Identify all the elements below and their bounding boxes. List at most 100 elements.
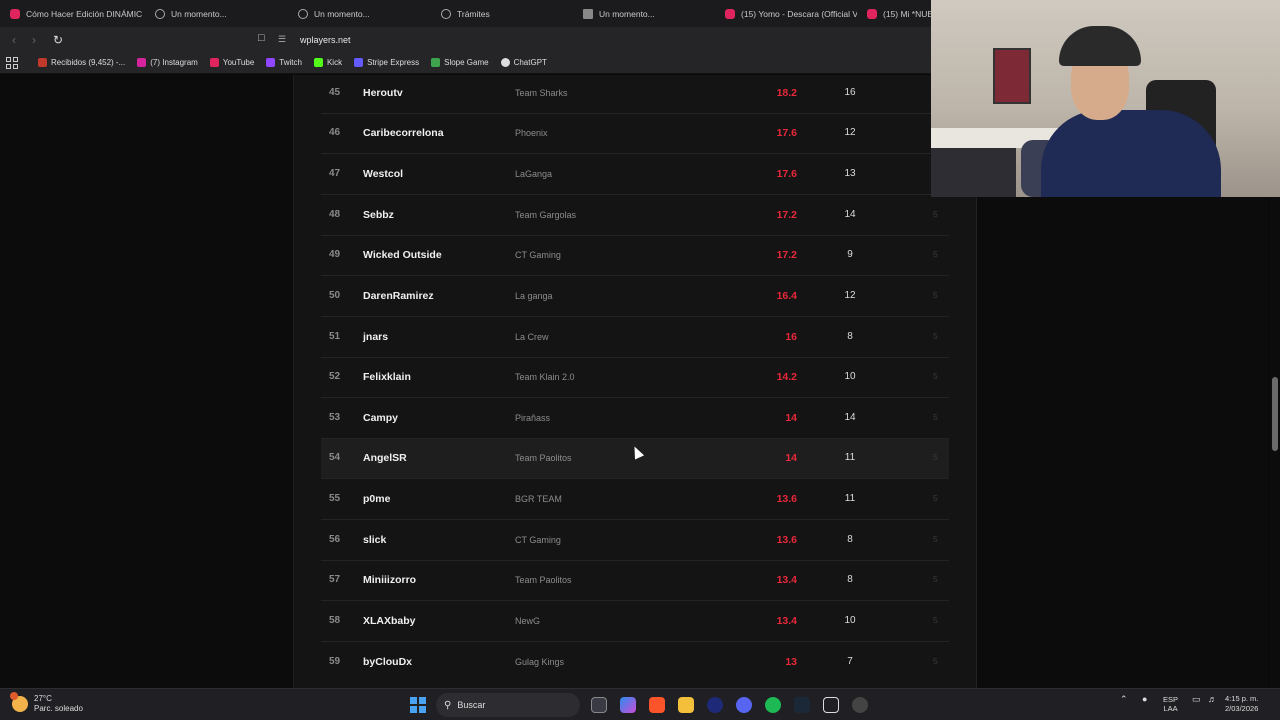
player-name[interactable]: Westcol (363, 168, 403, 180)
bookmark-label: (7) Instagram (150, 58, 198, 67)
system-clock[interactable]: 4:15 p. m. 2/03/2026 (1225, 694, 1258, 714)
table-row[interactable]: 52 Felixklain Team Klain 2.0 14.2 10 5 (321, 358, 949, 398)
player-name[interactable]: XLAXbaby (363, 615, 416, 627)
player-name[interactable]: Felixklain (363, 371, 411, 383)
file-explorer-icon[interactable] (678, 697, 694, 713)
games: 5 (933, 656, 938, 666)
table-row[interactable]: 48 Sebbz Team Gargolas 17.2 14 5 (321, 196, 949, 236)
youtube-icon (209, 58, 219, 67)
player-name[interactable]: Sebbz (363, 209, 394, 221)
app-icon[interactable] (707, 697, 723, 713)
tab-un-momento-3[interactable]: Un momento... (573, 0, 715, 27)
rank: 49 (329, 249, 341, 260)
team-name: CT Gaming (515, 535, 561, 545)
team-name: CT Gaming (515, 250, 561, 260)
table-row[interactable]: 58 XLAXbaby NewG 13.4 10 5 (321, 602, 949, 642)
bookmark-youtube[interactable]: YouTube (209, 58, 254, 67)
scrollbar-thumb[interactable] (1272, 377, 1278, 451)
tab-tramites[interactable]: Trámites (431, 0, 573, 27)
weather-desc: Parc. soleado (34, 704, 83, 713)
table-row[interactable]: 51 jnars La Crew 16 8 5 (321, 318, 949, 358)
taskbar-search[interactable]: ⚲ Buscar (436, 693, 580, 717)
player-name[interactable]: p0me (363, 493, 390, 505)
site-settings-icon[interactable]: ☰ (278, 34, 290, 45)
bookmark-twitch[interactable]: Twitch (266, 58, 302, 67)
table-row[interactable]: 59 byClouDx Gulag Kings 13 7 5 (321, 643, 949, 683)
tab-un-momento-2[interactable]: Un momento... (288, 0, 431, 27)
copilot-icon[interactable] (620, 697, 636, 713)
settings-icon[interactable] (852, 697, 868, 713)
steam-icon[interactable] (794, 697, 810, 713)
volume-icon[interactable]: ♬ (1208, 695, 1217, 704)
bookmark-gmail[interactable]: Recibidos (9,452) -... (38, 58, 125, 67)
spotify-icon[interactable] (765, 697, 781, 713)
table-row[interactable]: 55 p0me BGR TEAM 13.6 11 5 (321, 480, 949, 520)
team-name: Team Paolitos (515, 575, 572, 585)
start-icon[interactable] (410, 697, 426, 713)
table-row[interactable]: 46CaribecorrelonaPhoenix17.6125 (321, 114, 949, 154)
player-name[interactable]: DarenRamirez (363, 290, 434, 302)
search-icon: ⚲ (444, 699, 452, 711)
games: 5 (933, 493, 938, 503)
weather-widget[interactable]: 27°C Parc. soleado (10, 692, 83, 714)
url-field[interactable]: ☰ wplayers.net (278, 30, 938, 49)
task-view-icon[interactable] (591, 697, 607, 713)
youtube-icon (725, 8, 735, 19)
back-icon[interactable]: ‹ (4, 30, 24, 50)
webcam-poster (993, 48, 1031, 104)
bookmark-kick[interactable]: Kick (313, 58, 342, 67)
chevron-up-icon[interactable]: ⌃ (1120, 695, 1128, 704)
language-indicator[interactable]: ESP LAA (1163, 695, 1178, 713)
kick-icon (313, 58, 323, 67)
games: 5 (933, 574, 938, 584)
score: 18.2 (776, 87, 797, 99)
bookmark-stripe[interactable]: Stripe Express (354, 58, 419, 67)
player-name[interactable]: jnars (363, 331, 388, 343)
tab-un-momento-1[interactable]: Un momento... (145, 0, 288, 27)
score: 17.2 (776, 249, 797, 261)
table-row[interactable]: 56 slick CT Gaming 13.6 8 5 (321, 521, 949, 561)
score: 17.6 (776, 127, 797, 139)
forward-icon[interactable]: › (24, 30, 44, 50)
player-name[interactable]: Caribecorrelona (363, 127, 444, 139)
table-row[interactable]: 49 Wicked Outside CT Gaming 17.2 9 5 (321, 236, 949, 276)
table-row[interactable]: 50 DarenRamirez La ganga 16.4 12 5 (321, 277, 949, 317)
table-row[interactable]: 45HeroutvTeam Sharks18.2165 (321, 74, 949, 114)
microphone-icon[interactable]: ● (1142, 695, 1147, 704)
player-name[interactable]: byClouDx (363, 656, 412, 668)
network-icon[interactable]: ▭ (1192, 695, 1201, 704)
webcam-monitor (931, 148, 1016, 197)
team-name: La ganga (515, 291, 553, 301)
player-name[interactable]: AngelSR (363, 452, 407, 464)
tab-yomo[interactable]: (15) Yomo - Descara (Official V (715, 0, 857, 27)
audio-app-icon[interactable] (823, 697, 839, 713)
table-row[interactable]: 57 Miniiizorro Team Paolitos 13.4 8 5 (321, 561, 949, 601)
notification-badge (10, 692, 18, 700)
brave-icon[interactable] (649, 697, 665, 713)
globe-icon (298, 8, 308, 19)
rank: 47 (329, 168, 341, 179)
player-name[interactable]: Miniiizorro (363, 574, 416, 586)
table-row[interactable]: 53 Campy Pirañass 14 14 5 (321, 399, 949, 439)
bookmark-icon[interactable]: □ (258, 32, 265, 44)
rank: 55 (329, 493, 341, 504)
team-name: La Crew (515, 332, 549, 342)
player-name[interactable]: Heroutv (363, 87, 403, 99)
tab-edicion[interactable]: Cómo Hacer Edición DINÁMIC (0, 0, 145, 27)
bookmark-instagram[interactable]: (7) Instagram (137, 58, 198, 67)
apps-grid-icon[interactable] (6, 56, 18, 69)
discord-icon[interactable] (736, 697, 752, 713)
webcam-overlay (931, 0, 1280, 197)
player-name[interactable]: Wicked Outside (363, 249, 442, 261)
bookmark-chatgpt[interactable]: ChatGPT (500, 58, 547, 67)
reload-icon[interactable]: ↻ (48, 30, 68, 50)
bookmark-slope[interactable]: Slope Game (431, 58, 489, 67)
player-name[interactable]: Campy (363, 412, 398, 424)
score: 13.6 (776, 534, 797, 546)
score: 14 (785, 452, 797, 464)
table-row[interactable]: 47WestcolLaGanga17.6135 (321, 155, 949, 195)
player-name[interactable]: slick (363, 534, 386, 546)
tab-title: Un momento... (171, 8, 227, 19)
team-name: Team Paolitos (515, 453, 572, 463)
bookmark-label: ChatGPT (513, 58, 547, 67)
